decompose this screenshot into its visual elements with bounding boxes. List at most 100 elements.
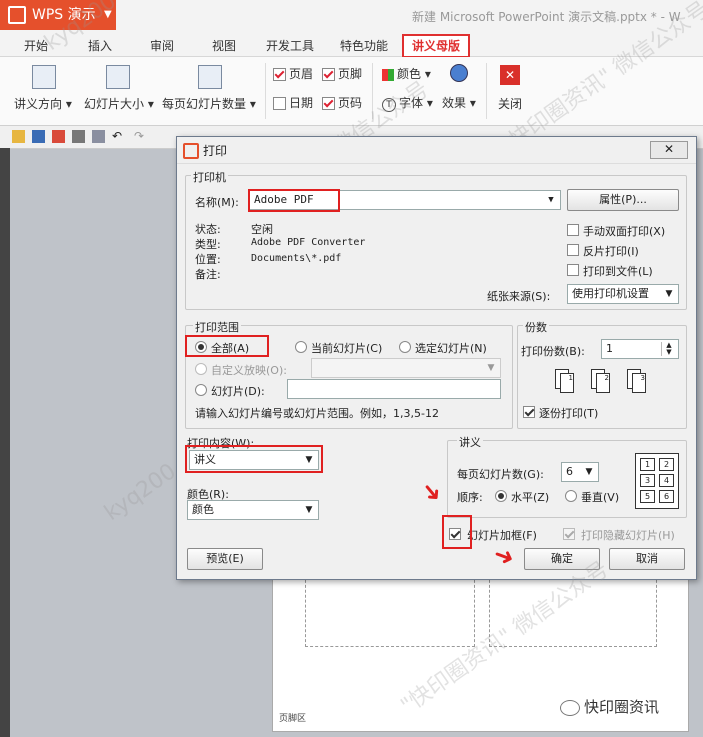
manual-duplex-checkbox[interactable] [567,224,579,236]
ribbon-divider [486,63,487,119]
font-button[interactable]: T 字体 ▾ [382,94,433,112]
collate-illustration-icon: 1 2 3 [555,369,665,393]
slide-placeholder [489,575,657,647]
range-custom-radio[interactable] [195,363,207,375]
slide-placeholder [305,575,475,647]
custom-show-select[interactable]: ▼ [311,358,501,378]
highlight-box [442,515,472,549]
range-slides-radio[interactable] [195,384,207,396]
wps-app-menu[interactable]: WPS 演示 ▼ [0,0,116,30]
watermark: kyq200 [100,459,181,526]
close-master-icon: ✕ [500,65,520,85]
reverse-print-checkbox[interactable] [567,244,579,256]
footer-checkbox[interactable]: 页脚 [322,65,362,82]
range-selected-radio[interactable] [399,341,411,353]
tab-insert[interactable]: 插入 [88,37,112,54]
slide-size-button[interactable]: 幻灯片大小 ▾ [84,95,154,112]
print-hidden-checkbox[interactable] [563,528,575,540]
comment-label: 备注: [195,268,221,281]
handout-direction-icon [32,65,56,89]
copies-group-label: 份数 [523,319,549,335]
tab-view[interactable]: 视图 [212,37,236,54]
ribbon-divider [372,63,373,119]
copies-count-input[interactable]: 1 ▲ ▼ [601,339,679,359]
tab-developer[interactable]: 开发工具 [266,37,314,54]
footer-area: 页脚区 [279,714,307,724]
print-preview-icon[interactable] [92,130,105,143]
print-dialog: 打印 ✕ 打印机 名称(M): Adobe PDF ▼ 属性(P)... 状态: … [176,136,697,580]
chevron-down-icon: ▼ [585,467,593,477]
order-vertical-radio[interactable] [565,490,577,502]
range-current-label: 当前幻灯片(C) [311,342,383,355]
order-horizontal-label: 水平(Z) [511,491,550,504]
handout-group-label: 讲义 [457,434,483,450]
order-horizontal-radio[interactable] [495,490,507,502]
dialog-title-bar: 打印 ✕ [177,137,696,164]
tab-review[interactable]: 审阅 [150,37,174,54]
header-checkbox[interactable]: 页眉 [273,65,313,82]
redo-icon[interactable]: ↷ [134,130,147,143]
wps-logo-icon [8,6,26,24]
slides-per-page-label: 每页幻灯片数(G): [457,468,544,481]
printer-name-label: 名称(M): [195,196,239,209]
chevron-down-icon: ▼ [487,363,495,373]
close-master-button[interactable]: 关闭 [498,95,522,112]
order-vertical-label: 垂直(V) [581,491,620,504]
range-slides-label: 幻灯片(D): [211,385,265,398]
range-current-radio[interactable] [295,341,307,353]
slides-per-page-icon [198,65,222,89]
print-to-file-label: 打印到文件(L) [583,265,653,278]
color-button[interactable]: 颜色 ▾ [382,65,431,82]
save-icon[interactable] [32,130,45,143]
font-icon: T [382,98,396,112]
slides-range-input[interactable] [287,379,501,399]
slides-per-page-select[interactable]: 6 ▼ [561,462,599,482]
status-value: 空闲 [251,223,273,236]
ribbon: 讲义方向 ▾ 幻灯片大小 ▾ 每页幻灯片数量 ▾ 页眉 页脚 日期 页码 颜色 … [0,57,703,126]
tab-handout-master[interactable]: 讲义母版 [402,34,470,58]
paper-source-select[interactable]: 使用打印机设置 ▼ [567,284,679,304]
chevron-down-icon: ▼ [305,505,313,515]
preview-button[interactable]: 预览(E) [187,548,263,570]
order-label: 顺序: [457,491,483,504]
highlight-box [248,189,340,212]
type-label: 类型: [195,238,221,251]
undo-icon[interactable]: ↶ [112,130,125,143]
slides-per-page-button[interactable]: 每页幻灯片数量 ▾ [162,95,256,112]
location-label: 位置: [195,253,221,266]
date-checkbox[interactable]: 日期 [273,94,313,111]
printer-properties-button[interactable]: 属性(P)... [567,189,679,211]
handout-layout-preview: 1 2 3 4 5 6 [635,453,679,509]
effect-button[interactable]: 效果 ▾ [442,94,476,111]
spinner-icon: ▲ ▼ [661,342,676,356]
dialog-title: 打印 [203,144,228,158]
print-icon[interactable] [72,130,85,143]
color-select[interactable]: 颜色 ▼ [187,500,319,520]
ribbon-divider [265,63,266,119]
range-custom-label: 自定义放映(O): [211,364,287,377]
print-range-label: 打印范围 [193,319,241,335]
cancel-button[interactable]: 取消 [609,548,685,570]
reverse-print-label: 反片打印(I) [583,245,639,258]
slide-thumbnail-strip [0,148,10,737]
collate-label: 逐份打印(T) [539,407,599,420]
paper-source-label: 纸张来源(S): [487,290,551,303]
page-number-checkbox[interactable]: 页码 [322,94,362,111]
print-to-file-checkbox[interactable] [567,264,579,276]
tab-features[interactable]: 特色功能 [340,37,388,54]
slide-size-icon [106,65,130,89]
wps-logo-icon [183,143,199,159]
handout-direction-button[interactable]: 讲义方向 ▾ [14,95,72,112]
dialog-close-button[interactable]: ✕ [650,141,688,159]
collate-checkbox[interactable] [523,406,535,418]
ok-button[interactable]: 确定 [524,548,600,570]
tab-start[interactable]: 开始 [24,37,48,54]
document-title: 新建 Microsoft PowerPoint 演示文稿.pptx * - W [412,10,681,24]
chevron-down-icon: ▼ [104,9,112,20]
print-hidden-label: 打印隐藏幻灯片(H) [581,529,675,542]
export-pdf-icon[interactable] [52,130,65,143]
highlight-box [185,335,269,357]
ribbon-tabs: 开始 插入 审阅 视图 开发工具 特色功能 [0,32,703,57]
location-value: Documents\*.pdf [251,253,342,264]
open-icon[interactable] [12,130,25,143]
